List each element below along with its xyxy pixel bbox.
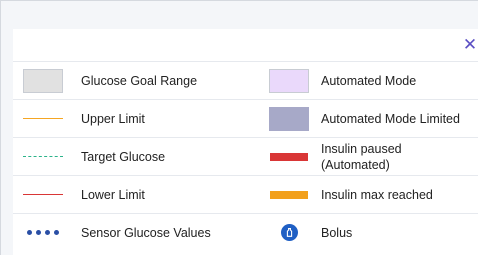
legend-label: Automated Mode [321,73,417,88]
target-glucose-line [23,156,63,157]
legend-label: Upper Limit [81,111,145,126]
legend-row: Glucose Goal Range Automated Mode [13,61,478,99]
legend-label: Bolus [321,225,353,240]
insulin-paused-bar [270,152,308,161]
upper-limit-line [23,118,63,119]
legend-label: Target Glucose [81,149,166,164]
legend-item-target-glucose: Target Glucose [13,138,269,175]
legend-dialog: ✕ Glucose Goal Range Automated Mode Uppe… [13,29,478,256]
legend-label: Insulin max reached [321,187,433,202]
legend-label: Automated Mode Limited [321,111,460,126]
legend-row: Sensor Glucose Values Bolus [13,213,478,251]
legend-table: Glucose Goal Range Automated Mode Upper … [13,61,478,251]
legend-item-automated-mode: Automated Mode [269,62,478,99]
legend-item-glucose-goal-range: Glucose Goal Range [13,62,269,99]
sensor-dots-icon [27,230,59,235]
lower-limit-line [23,194,63,195]
automated-limited-swatch [269,106,309,131]
modal-backdrop: ✕ Glucose Goal Range Automated Mode Uppe… [0,0,478,256]
bolus-icon [280,224,298,241]
legend-label: Sensor Glucose Values [81,225,211,240]
legend-item-automated-mode-limited: Automated Mode Limited [269,100,478,137]
automated-mode-swatch [269,68,309,93]
legend-item-sensor-glucose: Sensor Glucose Values [13,214,269,251]
legend-label: Glucose Goal Range [81,73,198,88]
legend-item-bolus: Bolus [269,214,478,251]
legend-item-lower-limit: Lower Limit [13,176,269,213]
goal-range-swatch [23,68,63,93]
legend-row: Upper Limit Automated Mode Limited [13,99,478,137]
legend-item-insulin-max-reached: Insulin max reached [269,176,478,213]
legend-item-upper-limit: Upper Limit [13,100,269,137]
close-icon[interactable]: ✕ [461,35,478,55]
legend-label: Lower Limit [81,187,145,202]
legend-item-insulin-paused: Insulin paused (Automated) [269,138,478,175]
legend-row: Target Glucose Insulin paused (Automated… [13,137,478,175]
insulin-max-bar [270,190,308,199]
legend-row: Lower Limit Insulin max reached [13,175,478,213]
legend-label: Insulin paused (Automated) [321,141,402,172]
